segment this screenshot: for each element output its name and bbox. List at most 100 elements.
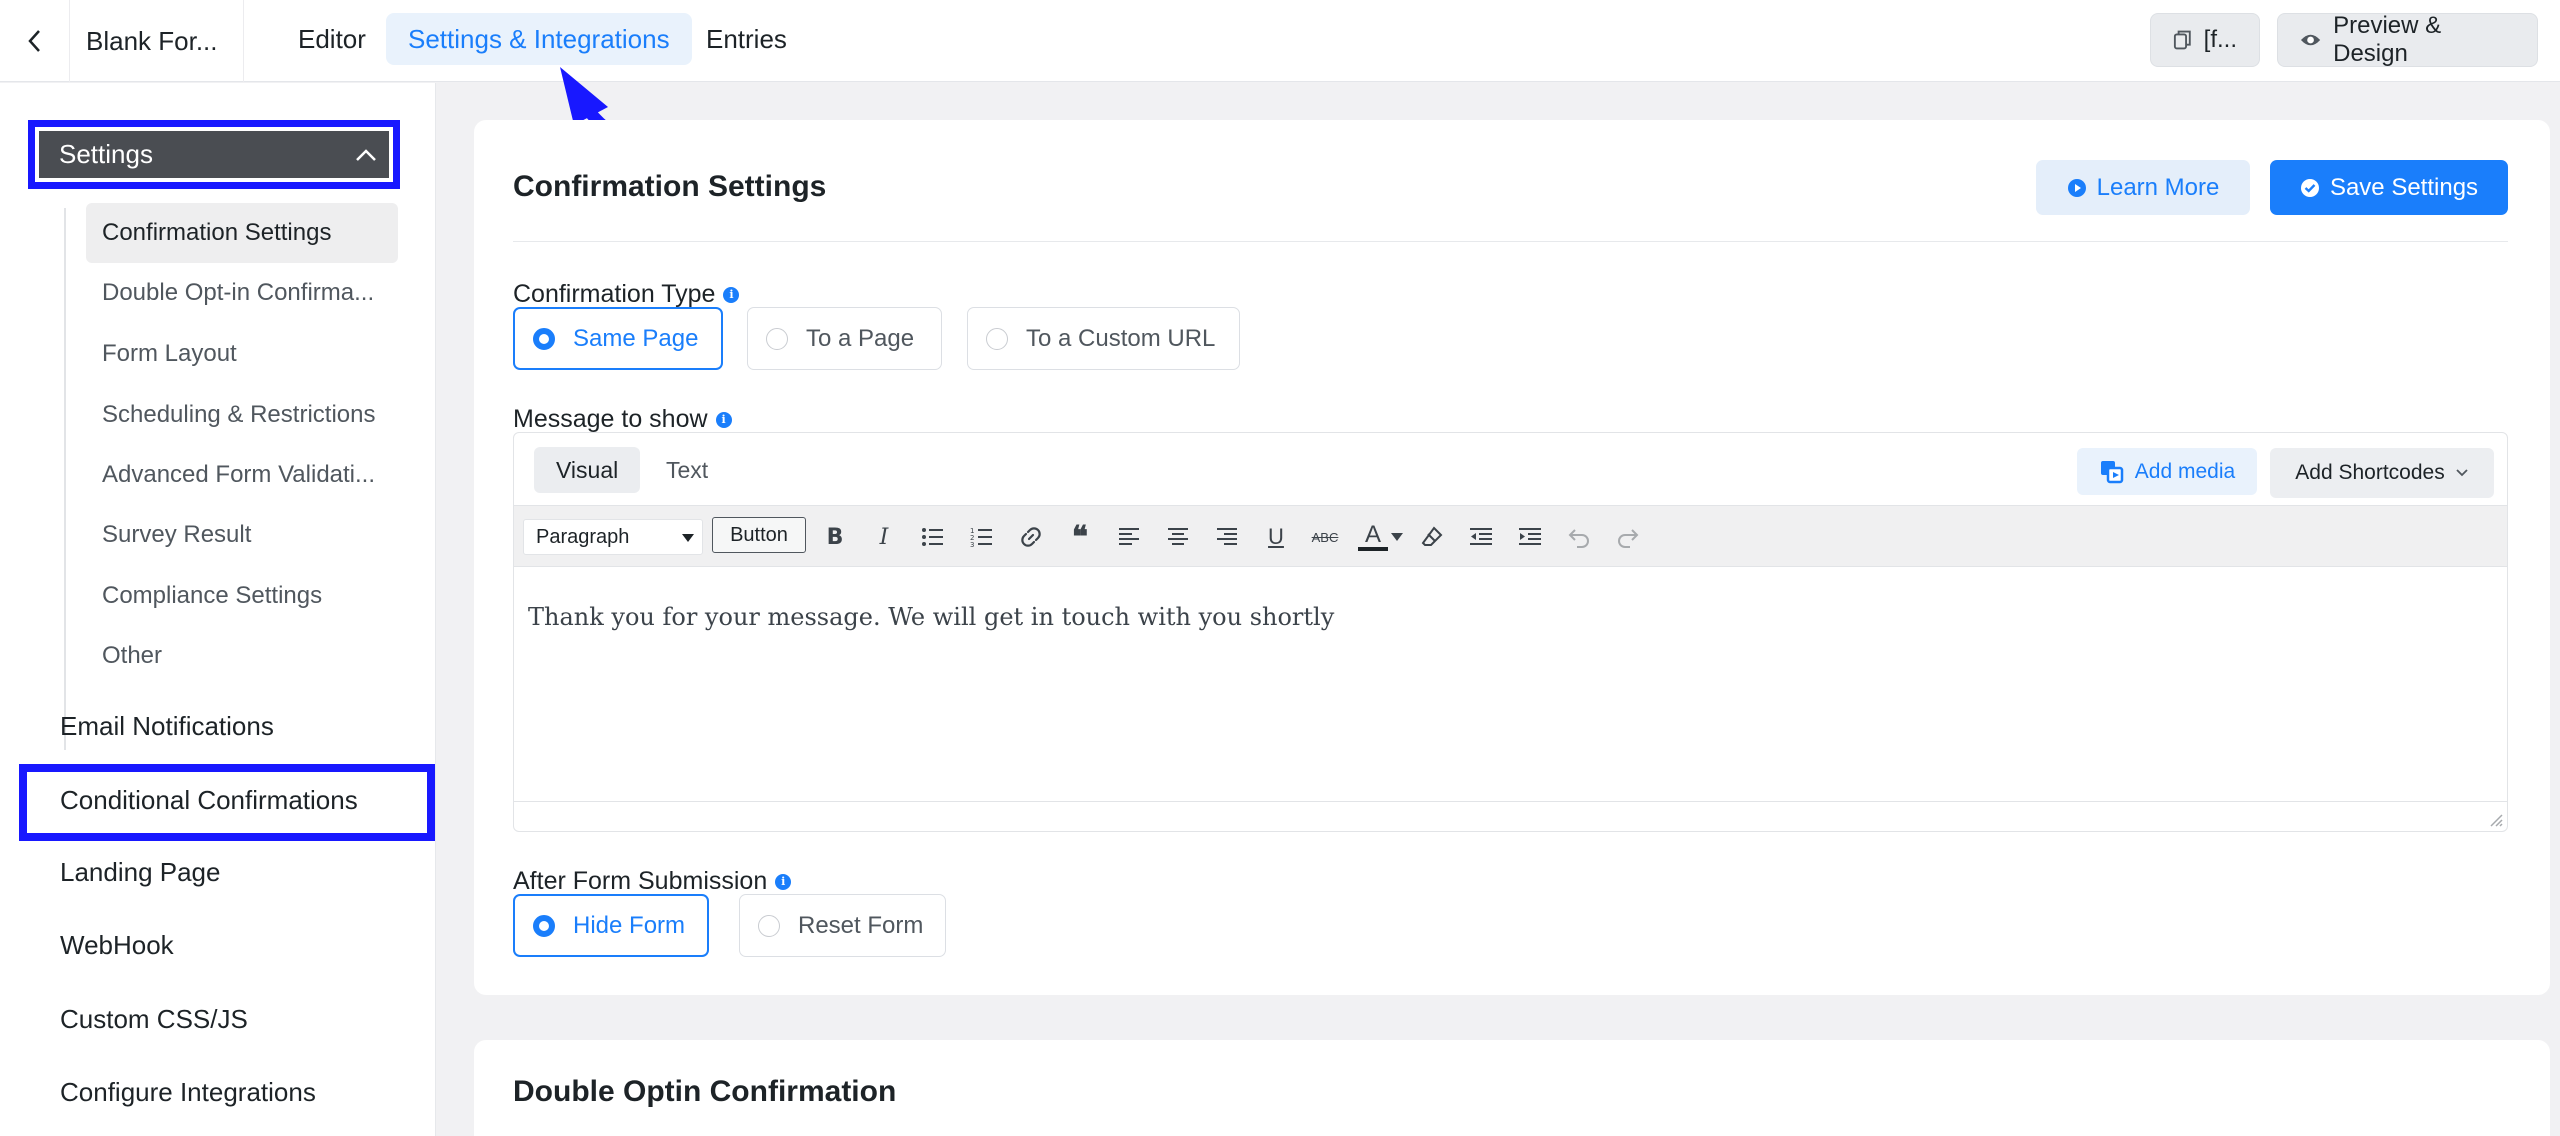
caret-down-icon	[682, 534, 694, 542]
sidebar-item-advanced-validation[interactable]: Advanced Form Validati...	[86, 445, 398, 505]
sidebar-item-confirmation-settings[interactable]: Confirmation Settings	[86, 203, 398, 263]
caret-down-icon[interactable]	[1387, 520, 1407, 554]
tab-text[interactable]: Text	[644, 447, 730, 493]
settings-label: Settings	[59, 139, 153, 169]
sidebar-item-landing-page[interactable]: Landing Page	[60, 844, 220, 900]
add-media-label: Add media	[2134, 459, 2236, 483]
clear-format-icon[interactable]	[1415, 520, 1449, 554]
tab-entries[interactable]: Entries	[684, 13, 809, 65]
top-bar: Blank For... Editor Settings & Integrati…	[0, 0, 2560, 82]
sidebar-item-webhook[interactable]: WebHook	[60, 917, 174, 973]
after-submission-text: After Form Submission	[513, 867, 768, 895]
save-settings-label: Save Settings	[2329, 173, 2479, 201]
back-button[interactable]	[0, 0, 70, 82]
radio-hide-form-label: Hide Form	[573, 911, 686, 939]
radio-reset-form[interactable]: Reset Form	[739, 894, 946, 957]
settings-toggle[interactable]: Settings	[39, 131, 389, 178]
media-icon	[2100, 460, 2124, 483]
italic-icon[interactable]: I	[867, 520, 901, 554]
chevron-down-icon	[2456, 469, 2468, 477]
preview-label: Preview & Design	[2333, 12, 2442, 67]
resize-handle-icon[interactable]	[2487, 811, 2503, 827]
message-label-text: Message to show	[513, 405, 708, 433]
sidebar-item-compliance[interactable]: Compliance Settings	[86, 566, 398, 626]
radio-custom-url[interactable]: To a Custom URL	[967, 307, 1240, 370]
sidebar-item-email-notifications[interactable]: Email Notifications	[60, 698, 274, 754]
add-shortcodes-label: Add Shortcodes	[2295, 461, 2445, 484]
tab-editor[interactable]: Editor	[276, 13, 388, 65]
radio-circle	[766, 327, 788, 350]
learn-more-label: Learn More	[2096, 173, 2220, 201]
sidebar-item-double-optin[interactable]: Double Opt-in Confirma...	[86, 263, 398, 323]
editor-toolbar: Paragraph Button B I 123 ❝ U ABC A	[514, 505, 2507, 567]
message-editor: Visual Text Add media Add Shortcodes Par…	[513, 432, 2508, 832]
sidebar-item-other[interactable]: Other	[86, 626, 398, 686]
svg-text:3: 3	[970, 541, 974, 548]
blockquote-icon[interactable]: ❝	[1063, 520, 1097, 554]
sidebar: Settings Confirmation Settings Double Op…	[0, 83, 436, 1136]
tab-visual[interactable]: Visual	[534, 447, 641, 493]
add-shortcodes-dropdown[interactable]: Add Shortcodes	[2270, 448, 2494, 498]
confirmation-type-text: Confirmation Type	[513, 280, 716, 308]
underline-icon[interactable]: U	[1259, 520, 1293, 554]
radio-circle	[758, 914, 780, 937]
radio-to-a-page[interactable]: To a Page	[747, 307, 942, 370]
after-submission-label: After Form Submission i	[513, 867, 792, 896]
info-icon: i	[723, 286, 740, 303]
text-color-icon[interactable]: A	[1357, 520, 1389, 554]
numbered-list-icon[interactable]: 123	[965, 520, 999, 554]
sidebar-item-conditional-confirmations[interactable]: Conditional Confirmations	[60, 772, 358, 828]
editor-content[interactable]: Thank you for your message. We will get …	[514, 567, 2507, 803]
align-center-icon[interactable]	[1161, 520, 1195, 554]
copy-icon	[2173, 30, 2191, 50]
sidebar-item-survey-result[interactable]: Survey Result	[86, 505, 398, 565]
editor-tabs: Visual Text Add media Add Shortcodes	[514, 433, 2507, 505]
sidebar-item-scheduling[interactable]: Scheduling & Restrictions	[86, 385, 398, 445]
info-icon: i	[775, 873, 792, 890]
link-icon[interactable]	[1014, 520, 1048, 554]
form-title: Blank For...	[70, 0, 244, 82]
radio-custom-url-label: To a Custom URL	[1026, 324, 1216, 352]
sidebar-item-custom-css-js[interactable]: Custom CSS/JS	[60, 991, 248, 1047]
preview-design-button[interactable]: Preview & Design	[2277, 12, 2538, 67]
tree-line	[64, 208, 66, 750]
eye-icon	[2300, 34, 2321, 46]
bold-icon[interactable]: B	[818, 520, 852, 554]
save-settings-button[interactable]: Save Settings	[2270, 160, 2508, 215]
align-left-icon[interactable]	[1112, 520, 1146, 554]
format-select[interactable]: Paragraph	[523, 519, 703, 555]
chevron-up-icon	[356, 148, 376, 161]
align-right-icon[interactable]	[1210, 520, 1244, 554]
radio-circle	[533, 327, 555, 350]
check-circle-icon	[2300, 178, 2319, 197]
shortcode-label: [f...	[2203, 26, 2237, 53]
message-label: Message to show i	[513, 405, 732, 434]
radio-circle	[986, 327, 1008, 350]
radio-reset-form-label: Reset Form	[798, 911, 924, 939]
format-select-value: Paragraph	[536, 525, 630, 548]
radio-same-page[interactable]: Same Page	[513, 307, 723, 370]
confirmation-type-label: Confirmation Type i	[513, 280, 740, 309]
sidebar-item-configure-integrations[interactable]: Configure Integrations	[60, 1064, 316, 1120]
page-title: Confirmation Settings	[513, 170, 827, 203]
shortcode-copy-button[interactable]: [f...	[2150, 13, 2260, 67]
button-tool[interactable]: Button	[712, 517, 806, 553]
undo-icon[interactable]	[1562, 520, 1596, 554]
redo-icon[interactable]	[1611, 520, 1645, 554]
indent-icon[interactable]	[1513, 520, 1547, 554]
radio-circle	[533, 914, 555, 937]
add-media-button[interactable]: Add media	[2077, 448, 2257, 495]
sidebar-item-form-layout[interactable]: Form Layout	[86, 324, 398, 384]
bullet-list-icon[interactable]	[916, 520, 950, 554]
info-icon: i	[715, 411, 732, 428]
double-optin-title: Double Optin Confirmation	[513, 1075, 897, 1108]
strikethrough-icon[interactable]: ABC	[1308, 520, 1342, 554]
radio-to-a-page-label: To a Page	[806, 324, 915, 352]
radio-hide-form[interactable]: Hide Form	[513, 894, 709, 957]
play-icon	[2067, 178, 2086, 197]
settings-highlight: Settings	[28, 120, 400, 189]
editor-statusbar	[514, 801, 2507, 831]
learn-more-button[interactable]: Learn More	[2036, 160, 2250, 215]
chevron-left-icon	[27, 30, 40, 52]
outdent-icon[interactable]	[1464, 520, 1498, 554]
